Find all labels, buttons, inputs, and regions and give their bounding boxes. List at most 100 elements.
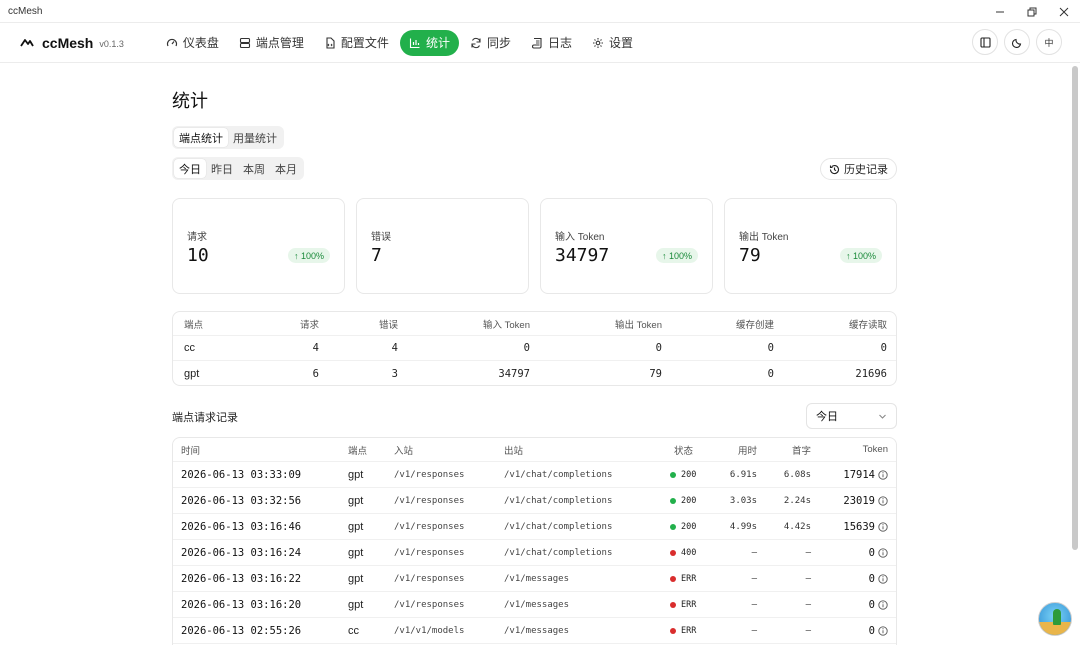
endpoint-name: cc xyxy=(184,342,195,354)
gear-icon xyxy=(592,37,603,48)
cell-token: 15639 xyxy=(823,514,888,539)
tab-usage-stats[interactable]: 用量统计 xyxy=(228,128,282,147)
nav-item-settings[interactable]: 设置 xyxy=(583,30,642,56)
info-icon[interactable] xyxy=(878,521,888,532)
nav-item-stats[interactable]: 统计 xyxy=(399,29,459,56)
table-row[interactable]: 2026-06-13 03:16:24 gpt/v1/responses/v1/c… xyxy=(173,540,896,566)
brand-version: v0.1.3 xyxy=(99,39,124,49)
stat-card-input-tokens: 输入 Token 34797 ↑ 100% xyxy=(540,198,713,294)
info-icon[interactable] xyxy=(878,495,888,506)
info-icon[interactable] xyxy=(878,547,888,558)
top-navbar: ccMesh v0.1.3 仪表盘 端点管理 配置文件 统计 同步 日志 设置 … xyxy=(0,23,1080,63)
column-header: 状态 xyxy=(674,445,694,457)
column-header: 时间 xyxy=(181,445,201,457)
period-select[interactable]: 今日 xyxy=(806,403,897,429)
cell-inbound: /v1/responses xyxy=(394,495,465,506)
column-header: 出站 xyxy=(504,445,524,457)
language-toggle-button[interactable]: 中 xyxy=(1036,29,1062,55)
trend-badge: ↑ 100% xyxy=(839,248,882,263)
token-count: 0 xyxy=(868,546,875,559)
nav-item-dashboard[interactable]: 仪表盘 xyxy=(157,30,228,56)
cell-first-token: 6.08s xyxy=(783,469,811,480)
status-code: 200 xyxy=(681,521,697,532)
close-button[interactable] xyxy=(1048,0,1080,23)
column-header: 入站 xyxy=(394,445,414,457)
cell-inbound: /v1/v1/models xyxy=(394,625,465,636)
history-label: 历史记录 xyxy=(844,164,888,176)
token-count: 17914 xyxy=(843,468,875,481)
restore-button[interactable] xyxy=(1016,0,1048,23)
table-row[interactable]: 2026-06-13 03:32:56 gpt/v1/responses/v1/c… xyxy=(173,488,896,514)
cell-token: 0 xyxy=(823,540,888,565)
floating-assistant-avatar[interactable] xyxy=(1038,602,1072,636)
info-icon[interactable] xyxy=(878,599,888,610)
nav-item-endpoints[interactable]: 端点管理 xyxy=(230,30,313,56)
status-code: 200 xyxy=(681,495,697,506)
cell-inbound: /v1/responses xyxy=(394,547,465,558)
column-header: 错误 xyxy=(378,319,398,331)
cell-endpoint: gpt xyxy=(348,546,364,559)
table-row[interactable]: gpt 6 3 34797 79 0 21696 xyxy=(173,361,896,385)
cell-cache-read: 0 xyxy=(880,342,887,354)
stat-card-errors: 错误 7 xyxy=(356,198,529,294)
cell-status: 200 xyxy=(670,514,696,539)
cell-duration: — xyxy=(751,599,757,610)
table-row[interactable]: 2026-06-13 02:55:26 cc/v1/v1/models/v1/me… xyxy=(173,618,896,644)
cell-errors: 3 xyxy=(391,367,398,380)
tab-endpoint-stats[interactable]: 端点统计 xyxy=(174,128,228,147)
trend-badge-value: 100% xyxy=(668,250,692,261)
file-code-icon xyxy=(326,36,335,49)
table-row[interactable]: 2026-06-13 03:16:20 gpt/v1/responses/v1/m… xyxy=(173,592,896,618)
history-button[interactable]: 历史记录 xyxy=(820,158,897,180)
table-row[interactable]: 2026-06-13 03:16:22 gpt/v1/responses/v1/m… xyxy=(173,566,896,592)
request-log-table: 时间 端点 入站 出站 状态 用时 首字 Token 2026-06-13 03… xyxy=(172,437,897,645)
nav-item-config[interactable]: 配置文件 xyxy=(315,30,398,56)
minimize-button[interactable] xyxy=(984,0,1016,23)
brand[interactable]: ccMesh v0.1.3 xyxy=(20,35,124,51)
avatar-tree xyxy=(1053,609,1061,625)
cell-duration: — xyxy=(751,625,757,636)
page-scrollbar[interactable] xyxy=(1072,66,1078,550)
stat-value: 79 xyxy=(739,245,761,266)
nav-item-label: 仪表盘 xyxy=(182,36,219,50)
column-header: 端点 xyxy=(348,445,368,457)
cell-first-token: — xyxy=(805,573,811,584)
stat-value: 7 xyxy=(371,245,382,266)
cell-outbound: /v1/messages xyxy=(504,599,570,610)
tab-this-week[interactable]: 本周 xyxy=(238,159,270,178)
token-count: 23019 xyxy=(843,494,875,507)
cell-endpoint: gpt xyxy=(348,520,364,533)
token-count: 0 xyxy=(868,572,875,585)
column-header: 首字 xyxy=(791,445,811,457)
cell-time: 2026-06-13 03:32:56 xyxy=(181,494,302,507)
refresh-icon xyxy=(471,37,481,48)
theme-toggle-button[interactable] xyxy=(1004,29,1030,55)
tab-yesterday[interactable]: 昨日 xyxy=(206,159,238,178)
period-tabs: 今日 昨日 本周 本月 xyxy=(172,157,304,180)
nav-item-logs[interactable]: 日志 xyxy=(522,30,581,56)
stat-label: 输入 Token xyxy=(555,232,605,243)
status-code: ERR xyxy=(681,599,697,610)
table-row[interactable]: 2026-06-13 03:16:46 gpt/v1/responses/v1/c… xyxy=(173,514,896,540)
cell-outbound: /v1/chat/completions xyxy=(504,547,613,558)
info-icon[interactable] xyxy=(878,625,888,636)
cell-status: 200 xyxy=(670,462,696,487)
nav-item-sync[interactable]: 同步 xyxy=(461,30,520,56)
tab-this-month[interactable]: 本月 xyxy=(270,159,302,178)
table-header-row: 时间 端点 入站 出站 状态 用时 首字 Token xyxy=(173,438,896,462)
table-row[interactable]: cc 4 4 0 0 0 0 xyxy=(173,336,896,361)
column-header: 输入 Token xyxy=(483,319,530,331)
tab-today[interactable]: 今日 xyxy=(174,159,206,178)
table-row[interactable]: 2026-06-13 03:33:09 gpt/v1/responses/v1/c… xyxy=(173,462,896,488)
main-nav: 仪表盘 端点管理 配置文件 统计 同步 日志 设置 xyxy=(157,29,642,56)
chevron-down-icon xyxy=(879,414,886,419)
sidebar-toggle-button[interactable] xyxy=(972,29,998,55)
column-header: 缓存创建 xyxy=(735,319,774,331)
info-icon[interactable] xyxy=(878,469,888,480)
column-header: 输出 Token xyxy=(615,319,662,331)
cell-status: ERR xyxy=(670,618,696,643)
cell-token: 0 xyxy=(823,618,888,643)
cell-inbound: /v1/responses xyxy=(394,469,465,480)
cell-inbound: /v1/responses xyxy=(394,573,465,584)
info-icon[interactable] xyxy=(878,573,888,584)
